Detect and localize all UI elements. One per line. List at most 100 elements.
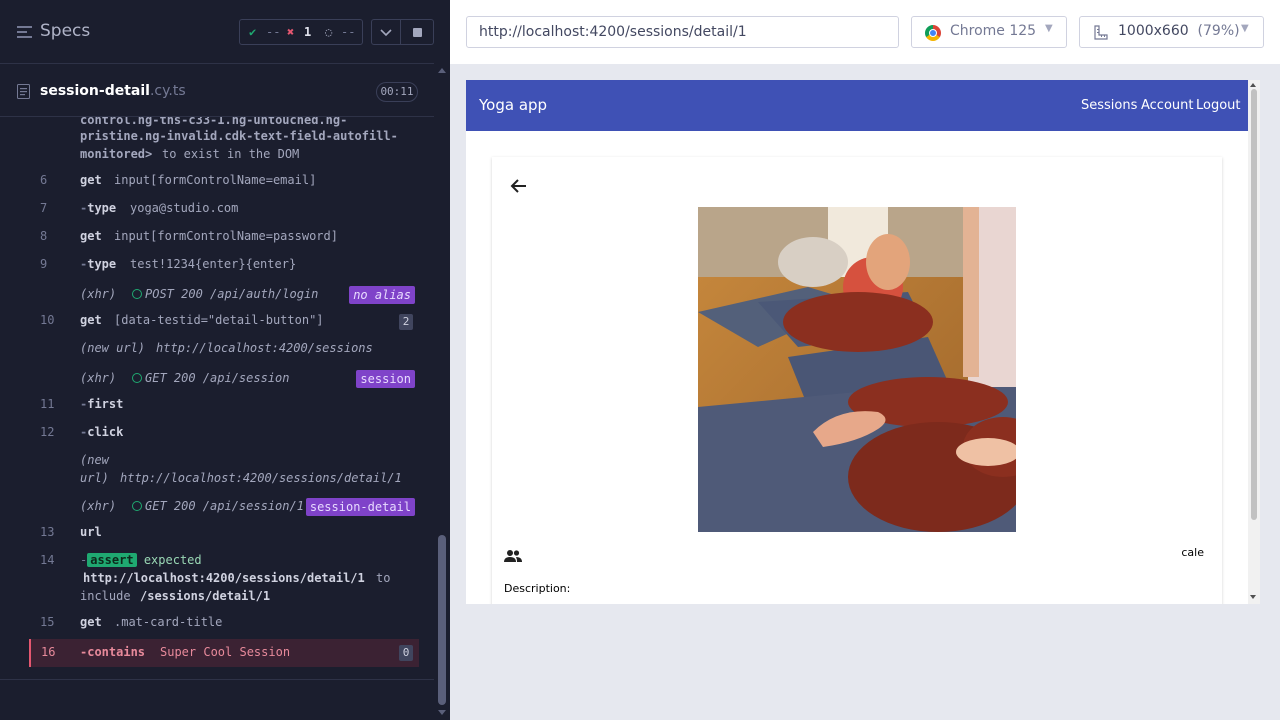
xhr-label: (xhr)	[80, 371, 117, 385]
app-title: Yoga app	[479, 96, 548, 114]
command-message: input[formControlName=email]	[114, 173, 317, 187]
command-number: 12	[40, 425, 55, 439]
scroll-down-icon[interactable]	[1250, 595, 1256, 599]
command-number: 11	[40, 397, 55, 411]
command-number: 16	[41, 645, 56, 659]
ruler-icon	[1094, 25, 1108, 40]
stop-button[interactable]	[401, 19, 434, 45]
chevron-down-icon: ▼	[1241, 23, 1249, 34]
passed-count: --	[266, 25, 281, 39]
test-stats: ✔ -- ✖ 1 ◌ --	[239, 19, 363, 45]
command-name: get	[80, 229, 102, 243]
xhr-message-text: GET 200 /api/session	[145, 371, 290, 385]
viewport-size: 1000x660	[1118, 23, 1189, 39]
command-message: test!1234{enter}{enter}	[130, 257, 297, 271]
assert-url: http://localhost:4200/sessions/detail/1	[83, 571, 365, 585]
viewport-scale: (79%)	[1197, 23, 1240, 39]
xhr-row[interactable]: (xhr) POST 200 /api/auth/login no alias	[30, 286, 419, 305]
spec-file-ext: .cy.ts	[149, 83, 186, 99]
url-bar[interactable]: http://localhost:4200/sessions/detail/1	[466, 16, 899, 48]
new-url-label: (new url)	[80, 341, 146, 355]
nav-logout-link[interactable]: Logout	[1196, 98, 1241, 113]
collapse-button[interactable]	[371, 19, 401, 45]
command-message: .mat-card-title	[114, 615, 223, 629]
new-url-label: (new	[80, 453, 109, 467]
browser-label: Chrome 125	[950, 23, 1037, 39]
scroll-up-icon[interactable]	[1250, 83, 1256, 87]
xhr-message: GET 200 /api/session/1	[132, 499, 304, 513]
element-count-badge: 0	[399, 645, 413, 661]
specs-header: Specs ✔ -- ✖ 1 ◌ --	[0, 0, 434, 64]
command-message: input[formControlName=password]	[114, 229, 338, 243]
scroll-down-icon[interactable]	[438, 710, 446, 715]
command-name-text: first	[87, 397, 124, 411]
command-name: -click	[80, 425, 124, 439]
description-label: Description:	[504, 582, 571, 595]
command-name: get	[80, 615, 102, 629]
assert-row[interactable]: 14 - assert expected http://localhost:420…	[30, 553, 419, 607]
command-list: control.ng-tns-c33-1.ng-untouched.ng- pr…	[0, 117, 434, 679]
command-name: url	[80, 525, 102, 539]
spec-file-header: session-detail.cy.ts 00:11	[0, 65, 434, 117]
command-name: -contains	[80, 645, 146, 659]
arrow-back-icon[interactable]	[508, 175, 530, 197]
command-number: 8	[40, 229, 48, 243]
alias-badge: session-detail	[305, 498, 415, 516]
command-message: yoga@studio.com	[130, 201, 239, 215]
xhr-status-icon	[132, 289, 142, 299]
new-url-message: http://localhost:4200/sessions/detail/1	[120, 471, 402, 485]
session-meta-text: cale	[1181, 546, 1204, 559]
command-name: get	[80, 313, 102, 327]
nav-sessions-link[interactable]: Sessions	[1081, 98, 1137, 113]
command-number: 15	[40, 615, 55, 629]
check-icon: ✔	[249, 25, 257, 39]
failed-command-row[interactable]: 16 -contains Super Cool Session 0	[29, 639, 419, 667]
command-name: -first	[80, 397, 124, 411]
xhr-message: POST 200 /api/auth/login	[132, 287, 318, 301]
xhr-status-icon	[132, 373, 142, 383]
menu-icon[interactable]	[17, 25, 32, 39]
app-toolbar: Yoga app Sessions Account Logout	[466, 80, 1248, 131]
new-url-row[interactable]: (new url) http://localhost:4200/sessions…	[30, 453, 419, 489]
assert-to: to	[376, 571, 391, 585]
viewport-label: 1000x660 (79%)	[1118, 23, 1240, 39]
new-url-label: url)	[80, 471, 109, 485]
xhr-row[interactable]: (xhr) GET 200 /api/session/1 session-det…	[30, 498, 419, 517]
yoga-photo	[698, 207, 1016, 532]
command-number: 6	[40, 173, 48, 187]
overflow-tail: to exist in the DOM	[162, 147, 300, 161]
failed-count: 1	[304, 25, 312, 39]
session-image	[698, 207, 1016, 532]
command-name-text: type	[87, 201, 117, 215]
new-url-message: http://localhost:4200/sessions	[156, 341, 373, 355]
chevron-down-icon	[380, 29, 392, 37]
chrome-icon	[925, 25, 941, 41]
reporter-scroll-thumb[interactable]	[438, 535, 446, 705]
scroll-up-icon[interactable]	[438, 68, 446, 73]
xhr-message-text: GET 200 /api/session/1	[145, 499, 304, 513]
group-icon	[504, 550, 522, 562]
app-under-test-frame: Yoga app Sessions Account Logout cale De…	[466, 80, 1260, 604]
spinner-icon: ◌	[325, 25, 333, 39]
spec-file-basename: session-detail	[40, 83, 150, 99]
command-message: [data-testid="detail-button"]	[114, 313, 324, 327]
assert-include: include	[80, 589, 131, 603]
x-icon: ✖	[287, 25, 295, 39]
command-number: 13	[40, 525, 55, 539]
command-name: get	[80, 173, 102, 187]
document-icon	[17, 84, 30, 99]
xhr-row[interactable]: (xhr) GET 200 /api/session session	[30, 370, 419, 389]
spec-file-name[interactable]: session-detail.cy.ts	[40, 83, 186, 99]
viewport-selector[interactable]: 1000x660 (79%) ▼	[1079, 16, 1264, 48]
duration-badge: 00:11	[376, 82, 418, 102]
command-number: 14	[40, 553, 55, 567]
nav-account-link[interactable]: Account	[1141, 98, 1194, 113]
overflow-line-1: control.ng-tns-c33-1.ng-untouched.ng-	[80, 117, 348, 127]
element-count-badge: 2	[399, 314, 413, 330]
app-scroll-thumb[interactable]	[1251, 89, 1257, 520]
browser-selector[interactable]: Chrome 125 ▼	[911, 16, 1067, 48]
command-overflow: control.ng-tns-c33-1.ng-untouched.ng-	[30, 117, 419, 127]
command-message: Super Cool Session	[160, 645, 291, 659]
specs-title[interactable]: Specs	[40, 21, 90, 41]
pending-count: --	[341, 25, 356, 39]
